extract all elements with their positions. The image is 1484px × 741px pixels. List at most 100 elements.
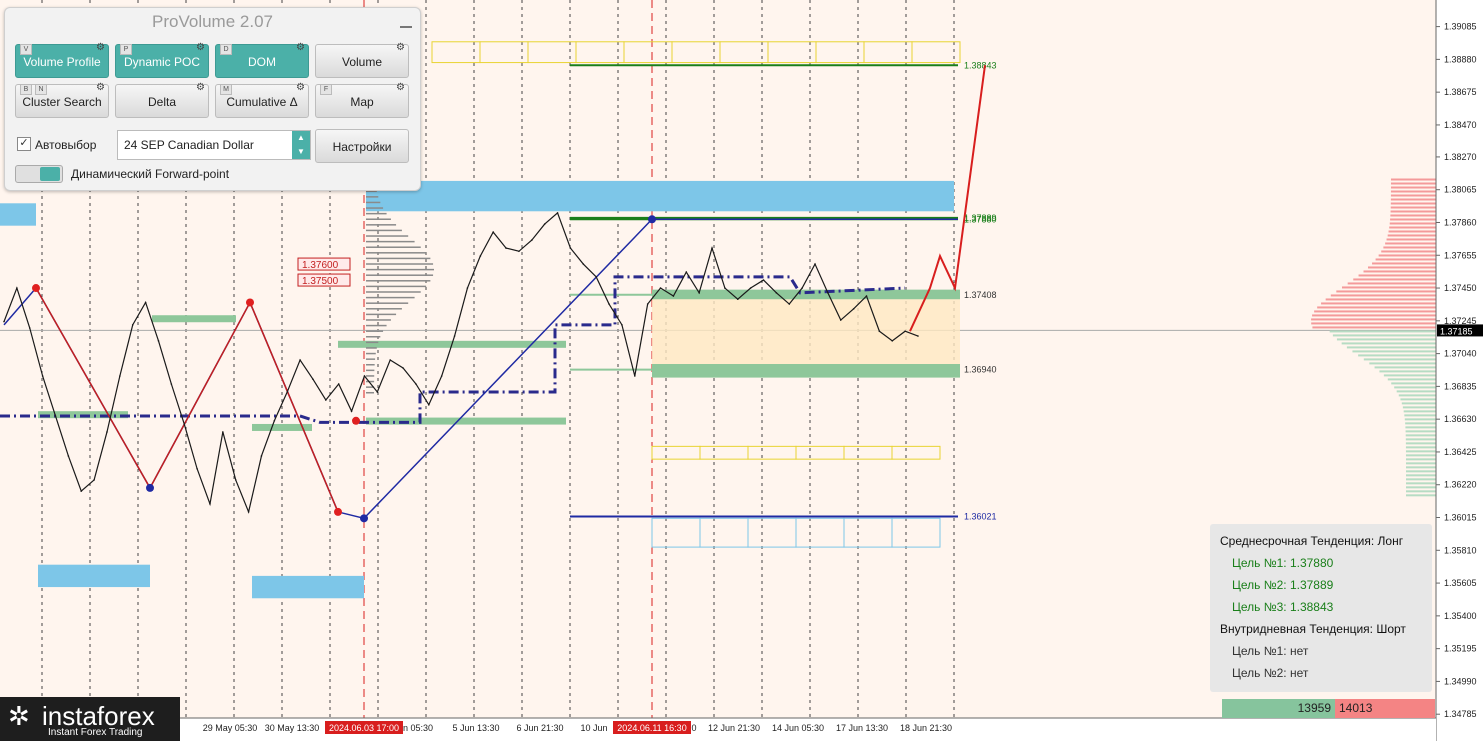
right-profile-bar: [1341, 342, 1436, 345]
price-point: [106, 431, 108, 433]
right-profile-bar: [1405, 482, 1436, 485]
price-point: [376, 391, 379, 393]
right-profile-bar: [1390, 190, 1436, 193]
support-zone-lower: [38, 564, 150, 588]
y-tick-label: 1.35400: [1444, 611, 1477, 621]
right-profile-bar: [1317, 306, 1436, 309]
y-tick-label: 1.35195: [1444, 644, 1477, 654]
gear-icon[interactable]: ⚙: [296, 43, 305, 53]
price-point: [299, 359, 301, 361]
mid-target-1: Цель №1: 1.37880: [1232, 556, 1334, 570]
volume-profile-bar: [366, 308, 402, 310]
map-button[interactable]: F ⚙ Map: [315, 83, 409, 118]
y-tick-label: 1.38065: [1444, 185, 1477, 195]
price-point: [93, 479, 95, 481]
dynamic-poc-button[interactable]: P ⚙ Dynamic POC: [115, 43, 209, 78]
gear-icon[interactable]: ⚙: [96, 83, 105, 93]
right-profile-bar: [1387, 378, 1436, 381]
volume-profile-bar: [366, 218, 391, 220]
volume-profile-bar: [366, 296, 415, 299]
price-point: [234, 479, 237, 481]
price-point: [736, 298, 739, 301]
price-point: [170, 383, 173, 385]
trend-info-box: Среднесрочная Тенденция: Лонг Цель №1: 1…: [1210, 524, 1432, 692]
price-point: [54, 415, 57, 417]
volume-profile-bar: [366, 252, 427, 254]
button-label: Cluster Search: [22, 95, 102, 109]
y-tick-label: 1.37655: [1444, 250, 1477, 260]
gear-icon[interactable]: ⚙: [396, 83, 405, 93]
price-point: [453, 335, 456, 337]
gear-icon[interactable]: ⚙: [196, 43, 205, 53]
volume-profile-button[interactable]: V ⚙ Volume Profile: [15, 43, 109, 78]
forward-point-toggle[interactable]: [15, 165, 63, 183]
right-profile-bar: [1388, 230, 1436, 233]
y-tick-label: 1.38675: [1444, 87, 1477, 97]
volume-profile-bar: [366, 274, 434, 276]
right-profile-bar: [1405, 494, 1436, 497]
button-label: Volume: [341, 55, 383, 69]
x-tick-label: 2024.06.11 16:30: [617, 723, 686, 733]
volume-button[interactable]: ⚙ Volume: [315, 43, 409, 78]
swing-point: [334, 507, 342, 516]
price-point: [440, 375, 443, 377]
right-profile-bar: [1405, 442, 1436, 445]
right-profile-bar: [1372, 262, 1436, 265]
delta-button[interactable]: ⚙ Delta: [115, 83, 209, 118]
volume-profile-bar: [366, 375, 375, 377]
right-profile-bar: [1405, 490, 1436, 493]
spinner-arrows-icon[interactable]: ▲ ▼: [292, 131, 310, 159]
x-tick-label: 5 Jun 13:30: [452, 723, 499, 733]
gear-logo-icon: ✲: [8, 701, 30, 731]
cumulative-delta-button[interactable]: M ⚙ Cumulative Δ: [215, 83, 309, 118]
price-point: [119, 375, 121, 377]
right-profile-bar: [1401, 402, 1436, 405]
price-point: [582, 263, 585, 265]
buy-volume: 13959: [1222, 699, 1335, 718]
volume-profile-bar: [366, 291, 421, 293]
dom-button[interactable]: D ⚙ DOM: [215, 43, 309, 78]
volume-profile-bar: [366, 212, 387, 215]
x-tick-label: 12 Jun 21:30: [708, 723, 760, 733]
price-point: [749, 287, 752, 289]
right-profile-bar: [1363, 270, 1436, 273]
settings-button[interactable]: Настройки: [315, 129, 409, 163]
right-profile-bar: [1405, 422, 1436, 425]
right-profile-bar: [1400, 398, 1436, 401]
y-tick-label: 1.38470: [1444, 120, 1477, 130]
right-profile-bar: [1405, 486, 1436, 489]
gear-icon[interactable]: ⚙: [296, 83, 305, 93]
right-profile-bar: [1405, 478, 1436, 481]
mid-target-2: Цель №2: 1.37889: [1232, 578, 1334, 592]
price-point: [672, 295, 675, 297]
cluster-search-button[interactable]: B N ⚙ Cluster Search: [15, 83, 109, 118]
price-point: [67, 455, 70, 457]
gear-icon[interactable]: ⚙: [196, 83, 205, 93]
price-point: [801, 287, 803, 289]
auto-select-checkbox[interactable]: ✓: [17, 137, 31, 151]
price-point: [402, 367, 404, 369]
minimize-icon[interactable]: [400, 16, 412, 28]
gear-icon[interactable]: ⚙: [96, 43, 105, 53]
y-tick-label: 1.36220: [1444, 480, 1477, 490]
support-zone-lower: [252, 575, 364, 599]
right-profile-bar: [1311, 318, 1436, 321]
swing-point: [360, 514, 368, 523]
volume-profile-bar: [366, 347, 377, 349]
right-profile-bar: [1404, 418, 1436, 421]
instrument-select[interactable]: 24 SEP Canadian Dollar ▲ ▼: [117, 130, 311, 160]
right-profile-bar: [1390, 206, 1436, 209]
volume-profile-bar: [366, 268, 434, 271]
price-point: [273, 419, 276, 422]
right-profile-bar: [1387, 234, 1436, 237]
gear-icon[interactable]: ⚙: [396, 43, 405, 53]
current-price-label: 1.37185: [1440, 326, 1473, 336]
price-point: [325, 399, 327, 401]
price-point: [633, 375, 636, 377]
price-point: [350, 410, 353, 412]
price-point: [209, 503, 211, 505]
y-tick-label: 1.36835: [1444, 381, 1477, 391]
x-tick-label: 30 May 13:30: [265, 723, 320, 733]
volume-profile-bar: [366, 196, 379, 198]
price-point: [428, 403, 430, 406]
